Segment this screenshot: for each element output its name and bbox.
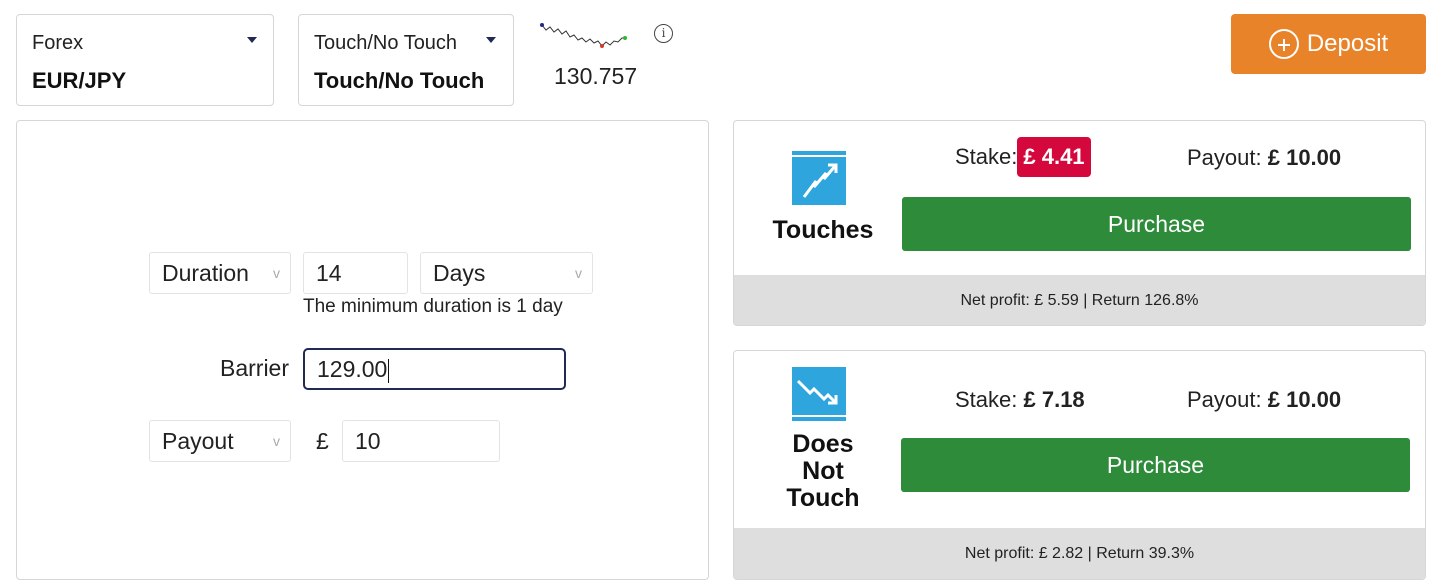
purchase-button[interactable]: Purchase [902,197,1411,251]
stake-value: £ 7.18 [1023,387,1085,412]
market-selector[interactable]: Forex EUR/JPY [16,14,274,106]
touch-up-icon [792,151,846,205]
stake-row: Stake: £ 7.18 [955,387,1085,413]
contract-type-category: Touch/No Touch [314,32,458,54]
market-symbol: EUR/JPY [32,68,127,93]
payout-value: £ 10.00 [1267,145,1342,170]
currency-symbol: £ [316,428,329,454]
stake-label: Stake: [955,387,1018,412]
payout-amount-input[interactable]: 10 [342,420,500,462]
stake-label: Stake: [955,144,1018,169]
plus-circle-icon [1268,29,1299,59]
contract-name-line: Not [802,457,844,485]
stake-value-badge: £ 4.41 [1017,137,1091,177]
payout-type-label: Payout [162,428,234,454]
duration-hint: The minimum duration is 1 day [303,296,563,317]
no-touch-down-icon [792,367,846,421]
chevron-down-icon: v [575,265,582,281]
barrier-input[interactable]: 129.00 [303,348,566,390]
payout-value: £ 10.00 [1267,387,1342,412]
payout-amount-value: 10 [355,428,381,454]
net-profit-info: Net profit: £ 2.82 | Return 39.3% [734,528,1425,579]
deposit-label: Deposit [1306,30,1389,57]
barrier-label: Barrier [220,355,290,381]
caret-down-icon [486,37,496,43]
deposit-button[interactable]: Deposit [1231,14,1426,74]
payout-type-select[interactable]: Payout v [149,420,291,462]
sparkline-icon [540,23,627,48]
barrier-value: 129.00 [317,356,388,382]
duration-type-label: Duration [162,260,249,286]
purchase-button[interactable]: Purchase [901,438,1410,492]
payout-label: Payout: [1187,387,1262,412]
contract-name: Touches [772,216,874,244]
payout-row: Payout: £ 10.00 [1187,387,1341,413]
duration-unit-select[interactable]: Days v [420,252,593,294]
net-profit-info: Net profit: £ 5.59 | Return 126.8% [734,275,1425,325]
spot-price: 130.757 [554,63,638,89]
chevron-down-icon: v [273,433,280,449]
duration-type-select[interactable]: Duration v [149,252,291,294]
text-cursor [388,358,390,383]
info-icon[interactable]: i [654,24,673,43]
no-touch-contract-card: Does Not Touch Stake: £ 7.18 Payout: £ 1… [733,350,1426,580]
payout-label: Payout: [1187,145,1262,170]
payout-row: Payout: £ 10.00 [1187,145,1341,171]
caret-down-icon [247,37,257,43]
chevron-down-icon: v [273,265,280,281]
contract-name-line: Touch [786,484,860,512]
contract-name: Does Not Touch [754,431,892,512]
touches-contract-card: Touches Stake: £ 4.41 Payout: £ 10.00 Pur… [733,120,1426,326]
market-category: Forex [32,32,84,54]
contract-type-value: Touch/No Touch [314,68,485,93]
duration-value: 14 [316,260,342,286]
stake-row: Stake: £ 4.41 [955,137,1091,177]
duration-unit-label: Days [433,260,486,286]
contract-name-line: Does [792,430,854,458]
contract-type-selector[interactable]: Touch/No Touch Touch/No Touch [298,14,514,106]
duration-input[interactable]: 14 [303,252,408,294]
